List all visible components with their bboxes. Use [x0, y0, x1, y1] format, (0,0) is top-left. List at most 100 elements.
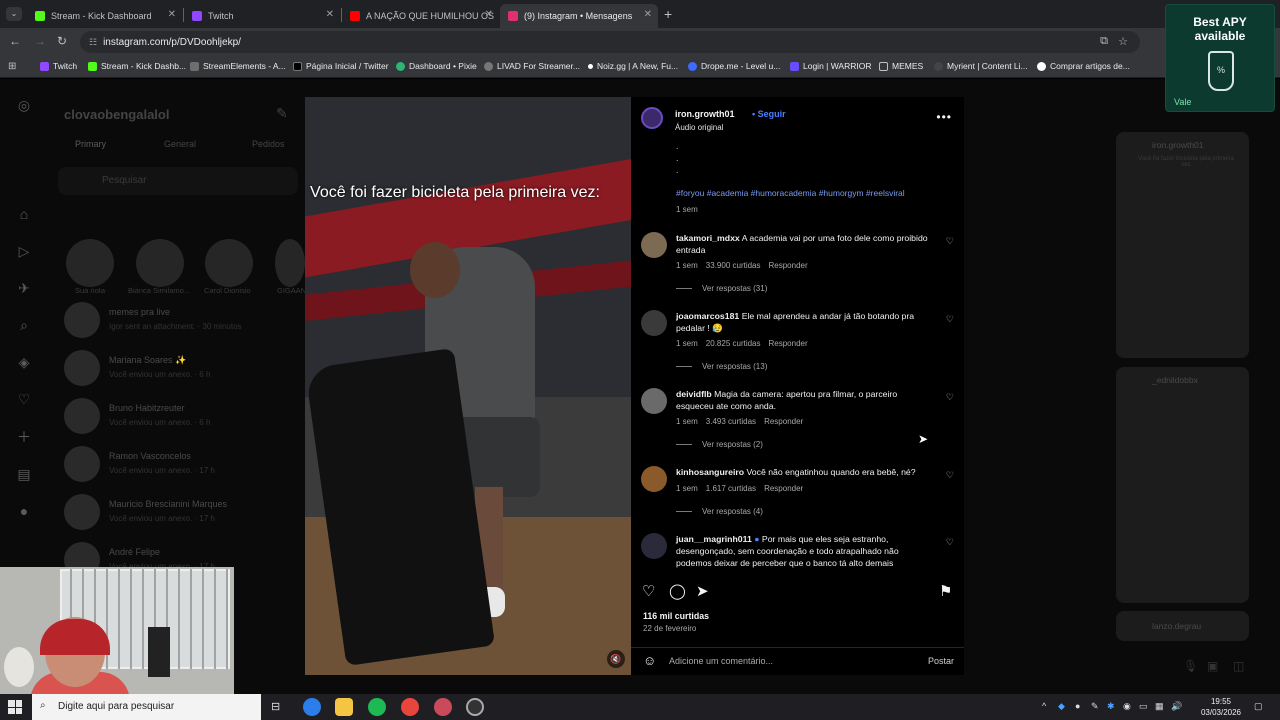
forward-icon[interactable]: →: [34, 34, 46, 48]
back-icon[interactable]: ←: [9, 34, 21, 48]
tab-general[interactable]: General: [164, 139, 196, 149]
dashboard-icon[interactable]: ▤: [15, 465, 33, 483]
view-replies-button[interactable]: Ver respostas (13): [676, 362, 767, 371]
tab-search-icon[interactable]: ⌄: [6, 7, 22, 21]
author-avatar[interactable]: [641, 107, 663, 129]
taskbar-search-input[interactable]: ⌕ Digite aqui para pesquisar: [32, 694, 261, 720]
search-icon[interactable]: ⌕: [15, 316, 33, 334]
avatar[interactable]: [641, 232, 667, 258]
bookmark-item[interactable]: Stream - Kick Dashb...: [88, 61, 186, 71]
copilot-icon[interactable]: [303, 698, 321, 716]
close-icon[interactable]: ✕: [326, 9, 334, 20]
bookmark-item[interactable]: Noiz.gg | A New, Fu...: [588, 61, 678, 71]
tray-app-icon[interactable]: ●: [1075, 701, 1080, 711]
spotify-icon[interactable]: [368, 698, 386, 716]
more-options-icon[interactable]: •••: [936, 110, 952, 124]
like-comment-icon[interactable]: ♡: [946, 314, 954, 325]
chrome-icon[interactable]: [401, 698, 419, 716]
bookmark-item[interactable]: Comprar artigos de...: [1037, 61, 1130, 71]
sticker-icon[interactable]: ◫: [1233, 659, 1244, 673]
address-bar[interactable]: ☷ instagram.com/p/DVDoohljekp/ ⧉ ☆: [80, 31, 1140, 53]
share-icon[interactable]: ➤: [696, 582, 709, 600]
close-icon[interactable]: ✕: [168, 9, 176, 20]
microphone-icon[interactable]: 🎙: [1183, 659, 1198, 673]
volume-icon[interactable]: 🔊: [1171, 701, 1182, 712]
dm-username[interactable]: clovaobengalalol: [64, 107, 169, 122]
post-hashtags[interactable]: #foryou #academia #humoracademia #humorg…: [676, 188, 946, 198]
reels-icon[interactable]: ▷: [15, 242, 33, 260]
avatar[interactable]: [641, 310, 667, 336]
bluetooth-icon[interactable]: ✱: [1107, 701, 1115, 712]
note-avatar[interactable]: [66, 239, 114, 287]
mute-icon[interactable]: 🔇: [607, 650, 625, 668]
network-icon[interactable]: ▦: [1155, 701, 1164, 712]
comment-username[interactable]: joaomarcos181: [676, 311, 739, 321]
comment-input[interactable]: Adicione um comentário...: [669, 656, 773, 666]
like-comment-icon[interactable]: ♡: [946, 470, 954, 481]
ad-banner[interactable]: Best APY available % Vale: [1165, 4, 1275, 112]
browser-tab-twitch[interactable]: Twitch ✕: [184, 4, 340, 28]
install-icon[interactable]: ⧉: [1100, 35, 1108, 48]
reel-video[interactable]: Você foi fazer bicicleta pela primeira v…: [305, 97, 631, 675]
reply-button[interactable]: Responder: [764, 484, 803, 493]
bookmark-item[interactable]: Página Inicial / Twitter: [293, 61, 389, 71]
like-comment-icon[interactable]: ♡: [946, 236, 954, 247]
notifications-icon[interactable]: ♡: [15, 390, 33, 408]
close-icon[interactable]: ✕: [644, 9, 652, 20]
comment-username[interactable]: juan__magrinh011: [676, 534, 752, 544]
tray-app-icon[interactable]: ◆: [1058, 701, 1065, 712]
home-icon[interactable]: ⌂: [15, 205, 33, 223]
bookmark-item[interactable]: Myrient | Content Li...: [934, 61, 1028, 71]
avatar[interactable]: [641, 533, 667, 559]
comment-icon[interactable]: ◯: [669, 582, 686, 600]
comment-username[interactable]: kinhosangureiro: [676, 467, 744, 477]
emoji-icon[interactable]: ☺: [643, 653, 656, 668]
avatar[interactable]: [641, 466, 667, 492]
follow-button[interactable]: • Seguir: [752, 109, 786, 119]
start-button[interactable]: [8, 700, 22, 714]
file-explorer-icon[interactable]: [335, 698, 353, 716]
post-comment-button[interactable]: Postar: [928, 656, 954, 666]
bookmark-item[interactable]: Login | WARRIOR: [790, 61, 872, 71]
create-icon[interactable]: ＋: [15, 428, 33, 446]
browser-tab-kick[interactable]: Stream - Kick Dashboard ✕: [27, 4, 182, 28]
bookmark-item[interactable]: LIVAD For Streamer...: [484, 61, 580, 71]
author-username[interactable]: iron.growth01: [675, 109, 735, 119]
reload-icon[interactable]: ↻: [57, 34, 67, 48]
tab-requests[interactable]: Pedidos: [252, 139, 285, 149]
messages-icon[interactable]: ✈: [15, 279, 33, 297]
obs-icon[interactable]: [466, 698, 484, 716]
site-info-icon[interactable]: ☷: [89, 37, 97, 48]
profile-icon[interactable]: ●: [15, 502, 33, 520]
comment-username[interactable]: deividflb: [676, 389, 712, 399]
browser-tab-youtube[interactable]: A NAÇÃO QUE HUMILHOU OS ✕: [342, 4, 499, 28]
system-clock[interactable]: 19:55 03/03/2026: [1196, 696, 1246, 718]
explore-icon[interactable]: ◈: [15, 353, 33, 371]
view-replies-button[interactable]: Ver respostas (4): [676, 507, 763, 516]
reply-button[interactable]: Responder: [769, 261, 808, 270]
browser-tab-instagram[interactable]: (9) Instagram • Mensagens ✕: [500, 4, 658, 28]
close-icon[interactable]: ✕: [485, 9, 493, 20]
bookmark-folder[interactable]: MEMES: [879, 61, 923, 71]
view-replies-button[interactable]: Ver respostas (2): [676, 440, 763, 449]
avatar[interactable]: [641, 388, 667, 414]
dm-thread[interactable]: memes pra live Igor sent an attachment. ·…: [64, 302, 314, 342]
reel-thumbnail[interactable]: iron.growth01 Você foi fazer bicicleta p…: [1116, 132, 1249, 358]
task-view-icon[interactable]: ⊟: [271, 700, 280, 713]
reply-button[interactable]: Responder: [764, 417, 803, 426]
audio-label[interactable]: Áudio original: [675, 123, 723, 132]
new-tab-button[interactable]: +: [664, 6, 672, 22]
tray-app-icon[interactable]: ◉: [1123, 701, 1131, 712]
note-avatar[interactable]: [136, 239, 184, 287]
comment-username[interactable]: takamori_mdxx: [676, 233, 740, 243]
tab-primary[interactable]: Primary: [75, 139, 106, 149]
dm-thread[interactable]: Bruno Habitzreuter Você enviou um anexo. …: [64, 398, 314, 438]
dm-thread[interactable]: Mauricio Brescianini Marques Você enviou …: [64, 494, 314, 534]
tray-app-icon[interactable]: ▭: [1139, 701, 1148, 712]
dm-search-input[interactable]: Pesquisar: [58, 167, 298, 195]
like-icon[interactable]: ♡: [642, 582, 655, 600]
bookmark-item[interactable]: StreamElements - A...: [190, 61, 286, 71]
image-icon[interactable]: ▣: [1207, 659, 1218, 673]
bookmark-item[interactable]: Twitch: [40, 61, 77, 71]
like-comment-icon[interactable]: ♡: [946, 392, 954, 403]
